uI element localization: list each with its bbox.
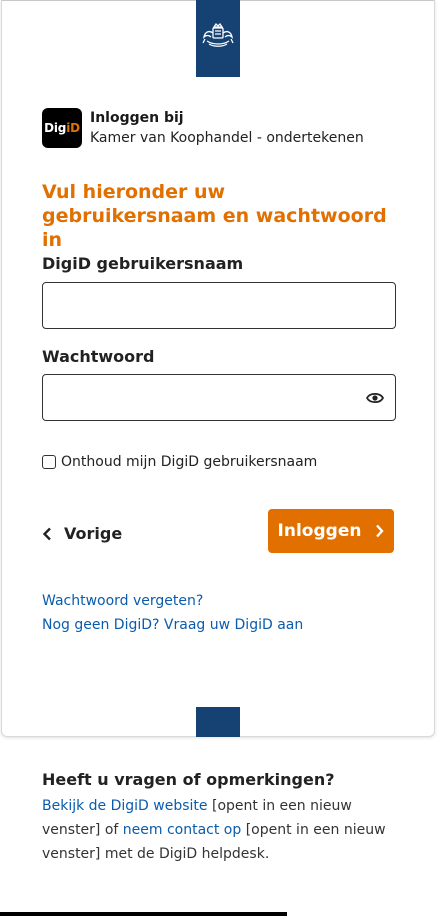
bottom-bar (0, 912, 287, 916)
login-button-label: Inloggen (277, 521, 362, 541)
logo-text-dig: Dig (44, 121, 67, 135)
remember-username-label[interactable]: Onthoud mijn DigiD gebruikersnaam (61, 454, 317, 470)
service-header: Dig iD Inloggen bij Kamer van Koophandel … (42, 108, 364, 148)
login-button[interactable]: Inloggen (268, 509, 394, 553)
rijksoverheid-footer-tab (196, 707, 240, 737)
service-name: Kamer van Koophandel - ondertekenen (90, 130, 364, 146)
contact-link[interactable]: neem contact op (123, 822, 241, 838)
chevron-right-icon (376, 524, 385, 538)
remember-username-checkbox[interactable] (42, 455, 56, 469)
forgot-password-link[interactable]: Wachtwoord vergeten? (42, 593, 203, 609)
digid-logo: Dig iD (42, 108, 82, 148)
logo-text-id: iD (66, 121, 80, 135)
password-field-wrapper (42, 374, 396, 421)
help-text: Bekijk de DigiD website [opent in een ni… (42, 794, 402, 866)
password-input[interactable] (43, 375, 367, 418)
login-at-label: Inloggen bij (90, 110, 184, 126)
username-input[interactable] (43, 283, 367, 326)
page-heading: Vul hieronder uw gebruikersnaam en wacht… (42, 181, 387, 251)
request-digid-link[interactable]: Nog geen DigiD? Vraag uw DigiD aan (42, 617, 303, 633)
eye-icon (366, 392, 384, 404)
username-field-wrapper (42, 282, 396, 329)
rijksoverheid-logo (196, 0, 240, 77)
password-label: Wachtwoord (42, 347, 155, 366)
coat-of-arms-icon (202, 22, 234, 47)
remember-username-row: Onthoud mijn DigiD gebruikersnaam (42, 454, 317, 470)
back-button-label: Vorige (64, 524, 123, 543)
username-label: DigiD gebruikersnaam (42, 254, 244, 273)
digid-website-link[interactable]: Bekijk de DigiD website (42, 798, 208, 814)
help-heading: Heeft u vragen of opmerkingen? (42, 770, 335, 789)
chevron-left-icon (42, 527, 51, 540)
back-button[interactable]: Vorige (42, 524, 122, 543)
show-password-button[interactable] (365, 388, 385, 408)
